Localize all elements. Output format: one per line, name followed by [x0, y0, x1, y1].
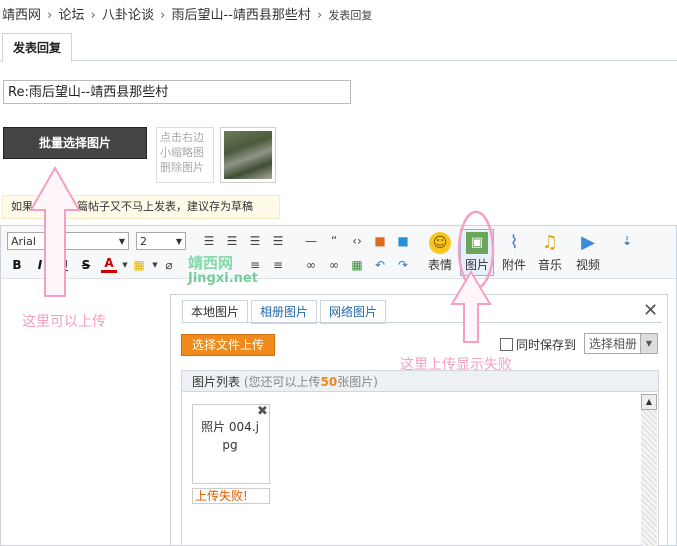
annotation-left: 这里可以上传 — [22, 314, 106, 330]
annotation-up-arrow — [29, 165, 81, 297]
annotation-overlay — [29, 165, 495, 343]
annotation-right: 这里上传显示失败 — [400, 357, 512, 373]
annotation-highlight-ellipse — [457, 210, 495, 290]
